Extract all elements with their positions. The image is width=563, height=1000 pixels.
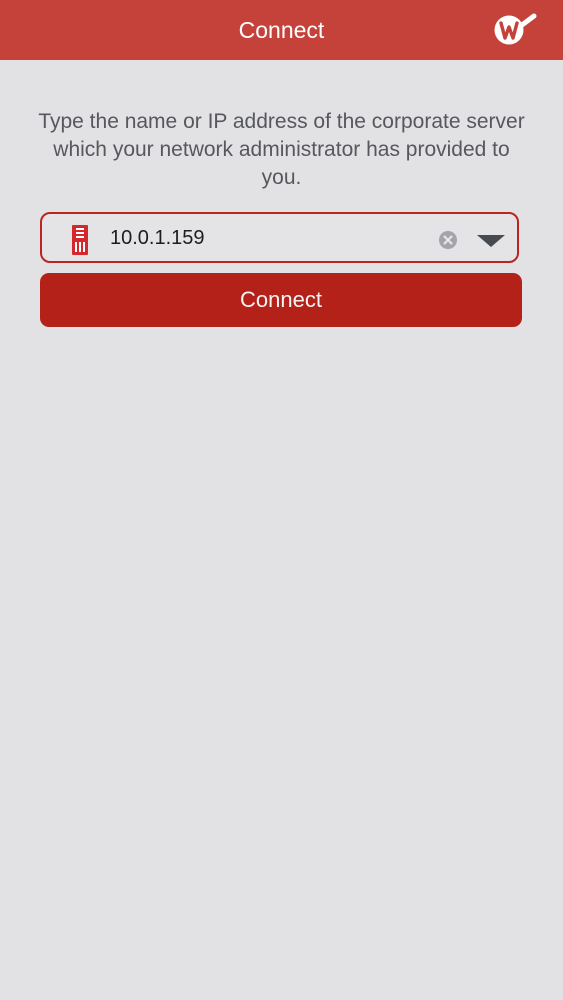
page-title: Connect (238, 17, 325, 43)
server-address-field[interactable] (40, 212, 519, 263)
instruction-text: Type the name or IP address of the corpo… (38, 110, 525, 189)
top-bar: Connect (0, 0, 563, 60)
server-icon (72, 225, 88, 255)
server-address-input[interactable] (110, 220, 430, 256)
connect-button[interactable]: Connect (40, 273, 522, 327)
watchguard-logo-icon (494, 13, 537, 45)
chevron-down-icon[interactable] (475, 233, 507, 249)
clear-icon[interactable] (438, 230, 458, 250)
connect-screen: Connect Type the name or IP address of t… (0, 0, 563, 1000)
